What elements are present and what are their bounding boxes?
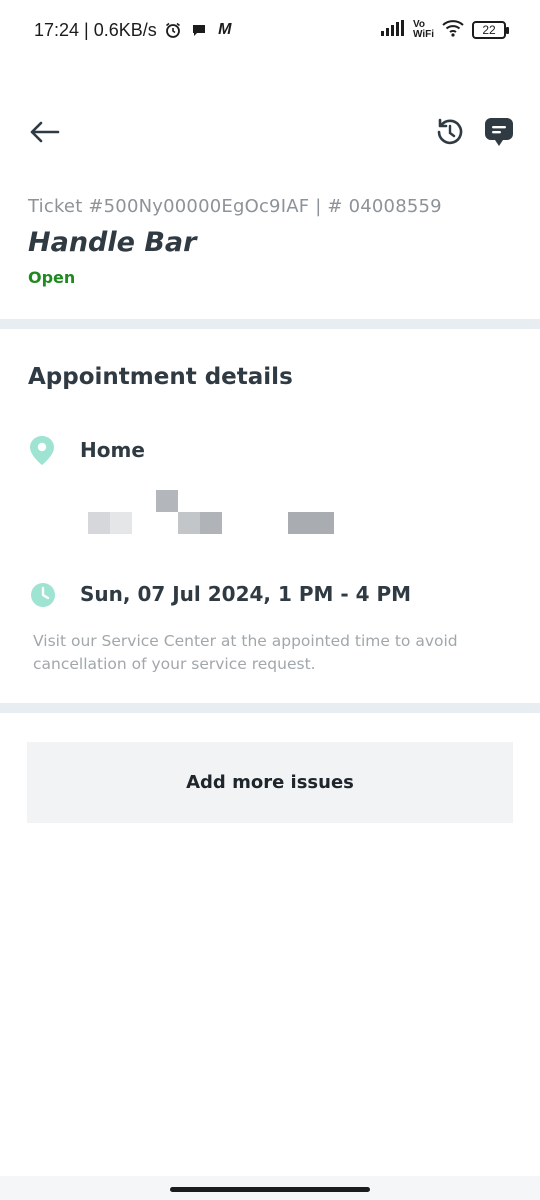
status-right: Vo WiFi 22 [380,19,509,42]
battery-icon: 22 [472,21,509,39]
ticket-info: Ticket #500Ny00000EgOc9IAF | # 04008559 … [28,196,518,287]
back-button[interactable] [24,112,64,152]
ticket-id: Ticket #500Ny00000EgOc9IAF | # 04008559 [28,196,442,217]
ticket-status: Open [28,268,76,287]
ticket-title: Handle Bar [28,227,197,258]
m-icon: M [218,21,232,38]
refresh-button[interactable] [430,112,470,152]
message-icon [485,118,513,146]
appointment-section: Appointment details Home Sun, 07 Jul 202… [0,330,540,702]
section-divider [0,319,540,329]
arrow-left-icon [30,121,60,143]
section-divider-2 [0,703,540,713]
battery-level: 22 [482,23,496,37]
appointment-heading: Appointment details [28,364,293,390]
alarm-icon [163,20,183,40]
status-left: 17:24 | 0.6KB/s M [34,20,235,41]
wifi-icon [442,19,464,42]
vowifi-indicator: Vo WiFi [413,20,434,40]
chat-bubble-icon [189,20,209,40]
address-redacted [88,488,338,534]
appointment-note: Visit our Service Center at the appointe… [33,632,458,673]
chat-button[interactable] [479,112,519,152]
wifi-label: WiFi [412,29,434,40]
status-bar: 17:24 | 0.6KB/s M Vo WiFi 22 [0,0,540,60]
location-label: Home [80,438,145,462]
app-header [0,100,540,164]
location-pin-icon [30,436,54,465]
clock-icon [31,583,55,607]
signal-icon [380,19,405,41]
status-time-speed: 17:24 | 0.6KB/s [34,19,157,40]
home-indicator[interactable] [170,1187,370,1192]
appointment-time: Sun, 07 Jul 2024, 1 PM - 4 PM [80,582,412,606]
refresh-icon [437,118,463,145]
add-more-issues-button[interactable]: Add more issues [27,742,513,823]
